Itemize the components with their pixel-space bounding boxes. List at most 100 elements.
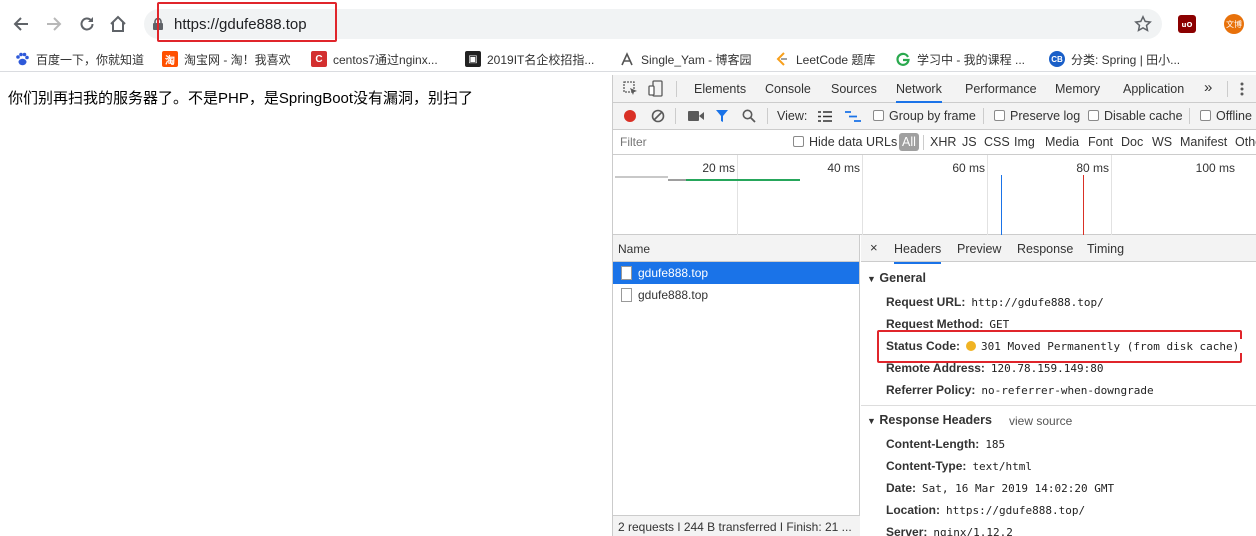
filter-type-css[interactable]: CSS <box>984 135 1010 149</box>
bookmark-taobao[interactable]: 淘 淘宝网 - 淘！我喜欢 <box>162 50 291 68</box>
browser-toolbar: https://gdufe888.top uO 文博 <box>0 0 1256 48</box>
status-code-row: Status Code: 301 Moved Permanently (from … <box>886 339 1246 353</box>
filter-bar: Hide data URLs All XHR JS CSS Img Media … <box>613 130 1256 155</box>
record-icon[interactable] <box>623 109 637 126</box>
date-row: Date: Sat, 16 Mar 2019 14:02:20 GMT <box>886 481 1115 495</box>
home-icon[interactable] <box>106 12 130 36</box>
server-row: Server: nginx/1.12.2 <box>886 525 1013 536</box>
request-details: × Headers Preview Response Timing ▼ Gene… <box>861 235 1256 536</box>
offline-checkbox[interactable]: Offline <box>1200 109 1252 123</box>
bookmark-label: 百度一下，你就知道 <box>36 52 145 67</box>
bookmark-star-icon[interactable] <box>1134 15 1152 36</box>
preserve-log-checkbox[interactable]: Preserve log <box>994 109 1080 123</box>
bookmarks-bar: 百度一下，你就知道 淘 淘宝网 - 淘！我喜欢 C centos7通过nginx… <box>0 46 1256 72</box>
hide-data-urls-checkbox[interactable]: Hide data URLs <box>793 135 897 149</box>
tab-response[interactable]: Response <box>1017 242 1073 256</box>
status-dot-icon <box>966 341 977 351</box>
bookmark-cnblogs[interactable]: Single_Yam - 博客园 <box>619 50 751 68</box>
bookmark-spring[interactable]: CB 分类: Spring | 田小... <box>1049 50 1180 68</box>
search-icon[interactable] <box>742 109 756 126</box>
details-tab-bar: × Headers Preview Response Timing <box>861 235 1256 264</box>
c-icon: C <box>311 51 327 67</box>
network-timeline[interactable]: 20 ms 40 ms 60 ms 80 ms 100 ms <box>613 155 1256 235</box>
inspect-icon[interactable] <box>623 81 638 99</box>
clear-icon[interactable] <box>651 109 665 126</box>
bookmark-2019it[interactable]: ▣ 2019IT名企校招指... <box>465 50 594 68</box>
list-view-icon[interactable] <box>818 111 832 125</box>
request-name: gdufe888.top <box>638 288 709 302</box>
filter-type-media[interactable]: Media <box>1045 135 1079 149</box>
ublock-icon[interactable]: uO <box>1178 15 1196 33</box>
g-icon <box>895 51 911 67</box>
filter-type-img[interactable]: Img <box>1014 135 1035 149</box>
devtools-panel: Elements Console Sources Network Perform… <box>612 75 1256 536</box>
url-highlight-box <box>157 2 337 42</box>
general-section-header[interactable]: ▼ General <box>867 271 926 285</box>
avatar[interactable]: 文博 <box>1224 14 1244 34</box>
waterfall-view-icon[interactable] <box>845 111 861 125</box>
timeline-bar <box>686 179 800 181</box>
bookmark-centos[interactable]: C centos7通过nginx... <box>311 50 438 68</box>
network-toolbar: View: Group by frame Preserve log Disabl… <box>613 103 1256 130</box>
cb-icon: CB <box>1049 51 1065 67</box>
filter-type-all[interactable]: All <box>899 133 919 151</box>
request-row[interactable]: gdufe888.top <box>613 262 859 284</box>
tab-preview[interactable]: Preview <box>957 242 1001 256</box>
tab-console[interactable]: Console <box>765 82 811 96</box>
device-toggle-icon[interactable] <box>648 80 664 100</box>
tick-label: 60 ms <box>952 161 985 175</box>
filter-input[interactable] <box>617 133 781 151</box>
document-icon <box>621 266 632 280</box>
document-icon <box>621 288 632 302</box>
filter-type-js[interactable]: JS <box>962 135 977 149</box>
response-headers-section-header[interactable]: ▼ Response Headers <box>867 413 992 427</box>
view-source-link[interactable]: view source <box>1009 414 1072 428</box>
bookmark-label: 淘宝网 - 淘！我喜欢 <box>184 52 291 67</box>
filter-type-ws[interactable]: WS <box>1152 135 1172 149</box>
paw-icon <box>14 51 30 67</box>
back-icon[interactable] <box>9 12 33 36</box>
more-tabs-button[interactable]: » <box>1204 79 1212 96</box>
filter-icon[interactable] <box>715 109 729 126</box>
tab-sources[interactable]: Sources <box>831 82 877 96</box>
content-length-row: Content-Length: 185 <box>886 437 1006 451</box>
filter-type-other[interactable]: Othe <box>1235 135 1256 149</box>
page-message: 你们别再扫我的服务器了。不是PHP，是SpringBoot没有漏洞，别扫了 <box>8 90 474 107</box>
kebab-menu-icon[interactable] <box>1239 81 1245 100</box>
tab-elements[interactable]: Elements <box>694 82 746 96</box>
request-row[interactable]: gdufe888.top <box>613 284 859 306</box>
name-column-header[interactable]: Name <box>613 235 859 262</box>
tab-application[interactable]: Application <box>1123 82 1184 96</box>
square-icon: ▣ <box>465 51 481 67</box>
network-summary: 2 requests ǀ 244 B transferred ǀ Finish:… <box>613 515 860 536</box>
filter-type-manifest[interactable]: Manifest <box>1180 135 1227 149</box>
reload-icon[interactable] <box>75 12 99 36</box>
close-icon[interactable]: × <box>870 240 878 255</box>
view-label: View: <box>777 109 808 123</box>
bookmark-leetcode[interactable]: LeetCode 题库 <box>774 50 875 68</box>
content-type-row: Content-Type: text/html <box>886 459 1033 473</box>
bookmark-label: 2019IT名企校招指... <box>487 52 595 67</box>
disable-cache-checkbox[interactable]: Disable cache <box>1088 109 1183 123</box>
bookmark-label: 分类: Spring | 田小... <box>1071 52 1181 67</box>
tick-label: 100 ms <box>1195 161 1235 175</box>
tab-network[interactable]: Network <box>896 82 942 103</box>
filter-type-xhr[interactable]: XHR <box>930 135 956 149</box>
bookmark-course[interactable]: 学习中 - 我的课程 ... <box>895 50 1025 68</box>
tick-label: 80 ms <box>1076 161 1109 175</box>
group-by-frame-checkbox[interactable]: Group by frame <box>873 109 976 123</box>
bookmark-label: Single_Yam - 博客园 <box>641 52 752 67</box>
tab-timing[interactable]: Timing <box>1087 242 1124 256</box>
request-name: gdufe888.top <box>638 266 709 280</box>
bookmark-label: centos7通过nginx... <box>333 52 438 67</box>
tab-performance[interactable]: Performance <box>965 82 1037 96</box>
tab-headers[interactable]: Headers <box>894 242 942 264</box>
tab-memory[interactable]: Memory <box>1055 82 1100 96</box>
bookmark-baidu[interactable]: 百度一下，你就知道 <box>14 50 144 68</box>
filter-type-font[interactable]: Font <box>1088 135 1113 149</box>
remote-address-row: Remote Address: 120.78.159.149:80 <box>886 361 1104 375</box>
screenshot-icon[interactable] <box>688 110 704 125</box>
forward-icon[interactable] <box>42 12 66 36</box>
filter-type-doc[interactable]: Doc <box>1121 135 1143 149</box>
location-row: Location: https://gdufe888.top/ <box>886 503 1086 517</box>
